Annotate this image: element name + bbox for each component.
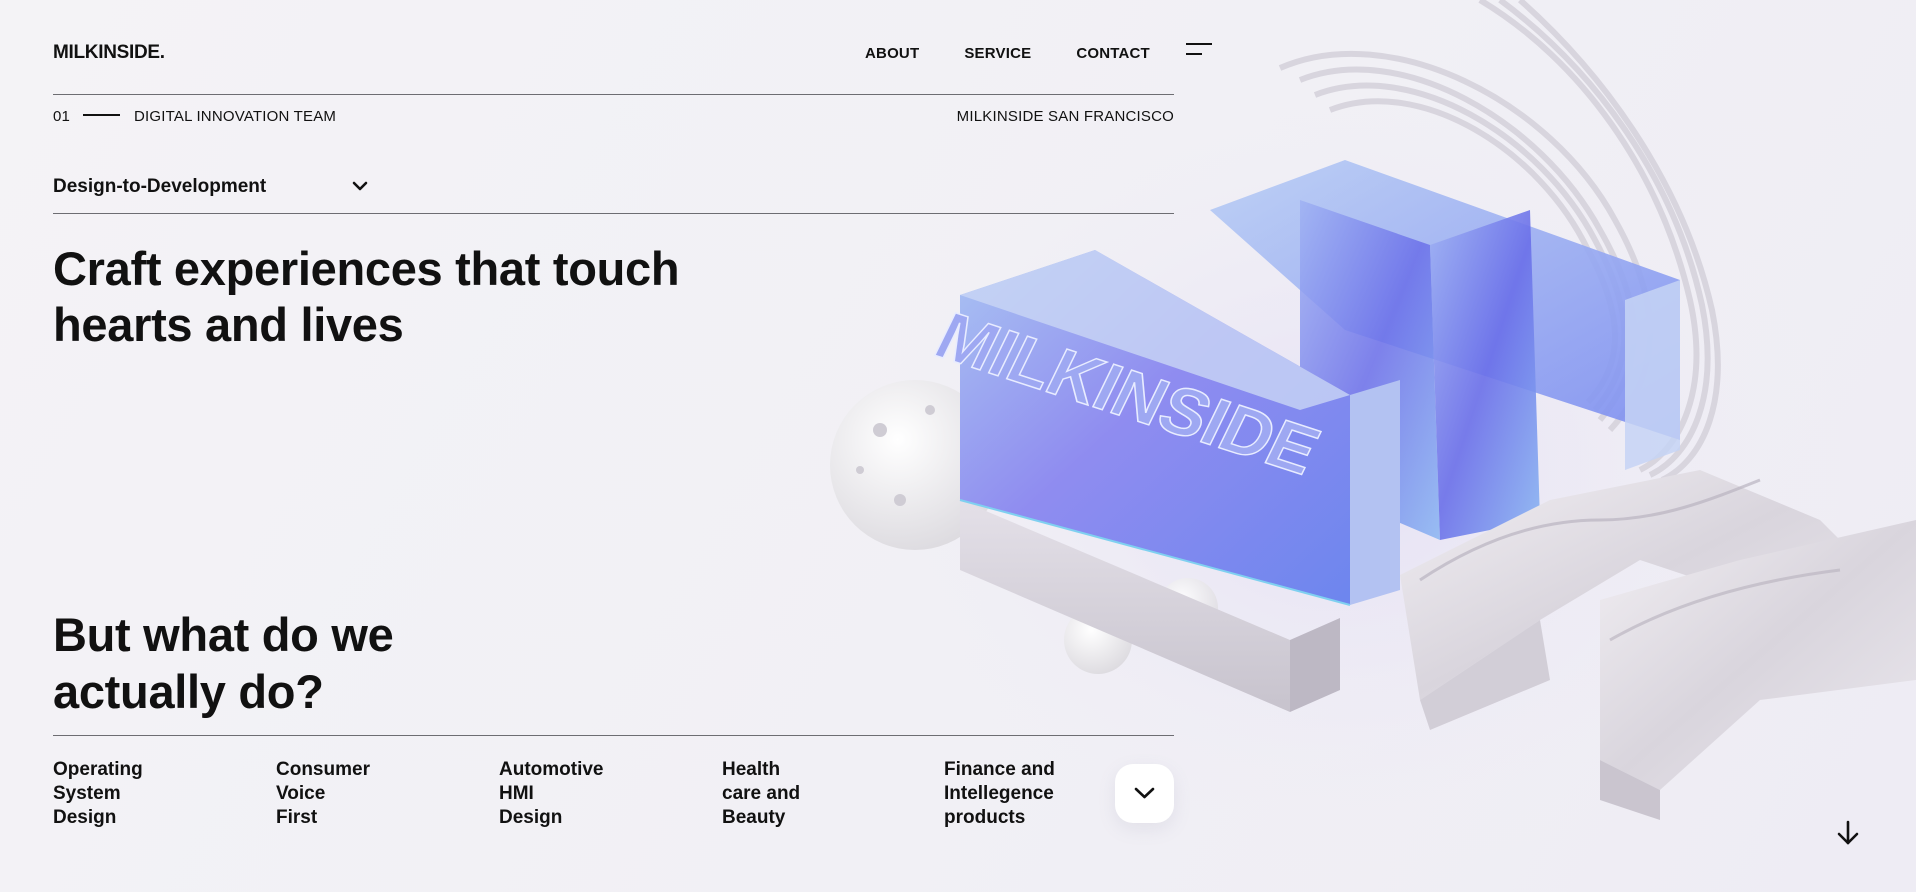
- category-item[interactable]: Finance and Intellegence products: [944, 758, 1055, 830]
- category-item[interactable]: Operating System Design: [53, 758, 143, 830]
- category-line: HMI: [499, 783, 534, 804]
- category-dropdown[interactable]: Design-to-Development: [53, 176, 368, 202]
- category-line: products: [944, 807, 1026, 828]
- location-label: MILKINSIDE SAN FRANCISCO: [956, 108, 1174, 125]
- category-line: Operating: [53, 759, 143, 780]
- meta-row: 01 DIGITAL INNOVATION TEAM MILKINSIDE SA…: [53, 108, 1174, 128]
- nav-about[interactable]: ABOUT: [865, 45, 919, 62]
- nav-service[interactable]: SERVICE: [964, 45, 1031, 62]
- more-categories-button[interactable]: [1115, 764, 1174, 823]
- question-heading: But what do we actually do?: [53, 606, 394, 720]
- dropdown-selected-label: Design-to-Development: [53, 176, 267, 197]
- chevron-down-icon: [352, 181, 368, 191]
- category-line: Beauty: [722, 807, 786, 828]
- category-line: care and: [722, 783, 801, 804]
- category-item[interactable]: Health care and Beauty: [722, 758, 800, 830]
- category-line: First: [276, 807, 318, 828]
- category-line: Finance and: [944, 759, 1055, 780]
- hero-heading: Craft experiences that touch hearts and …: [53, 241, 680, 353]
- hero-line-1: Craft experiences that touch: [53, 242, 680, 295]
- brand-logo[interactable]: MILKINSIDE.: [53, 42, 165, 64]
- question-line-2: actually do?: [53, 665, 324, 718]
- nav-contact[interactable]: CONTACT: [1076, 45, 1150, 62]
- category-item[interactable]: Automotive HMI Design: [499, 758, 604, 830]
- dropdown-divider: [53, 213, 1174, 214]
- category-line: System: [53, 783, 121, 804]
- header-divider: [53, 94, 1174, 95]
- question-line-1: But what do we: [53, 608, 394, 661]
- team-label: DIGITAL INNOVATION TEAM: [134, 108, 337, 125]
- category-item[interactable]: Consumer Voice First: [276, 758, 370, 830]
- categories-divider: [53, 735, 1174, 736]
- category-line: Consumer: [276, 759, 370, 780]
- section-number: 01: [53, 108, 71, 125]
- arrow-down-icon[interactable]: [1836, 820, 1860, 846]
- hero-line-2: hearts and lives: [53, 298, 404, 351]
- chevron-down-icon: [1134, 787, 1155, 799]
- category-line: Design: [499, 807, 563, 828]
- menu-icon[interactable]: [1186, 43, 1212, 57]
- category-line: Intellegence: [944, 783, 1054, 804]
- category-line: Automotive: [499, 759, 604, 780]
- category-line: Voice: [276, 783, 326, 804]
- category-line: Design: [53, 807, 117, 828]
- dash-divider: [83, 114, 120, 116]
- main-nav: ABOUT SERVICE CONTACT: [865, 45, 1150, 62]
- page: { "brand": { "logo": "MILKINSIDE." }, "n…: [0, 0, 1916, 892]
- category-line: Health: [722, 759, 781, 780]
